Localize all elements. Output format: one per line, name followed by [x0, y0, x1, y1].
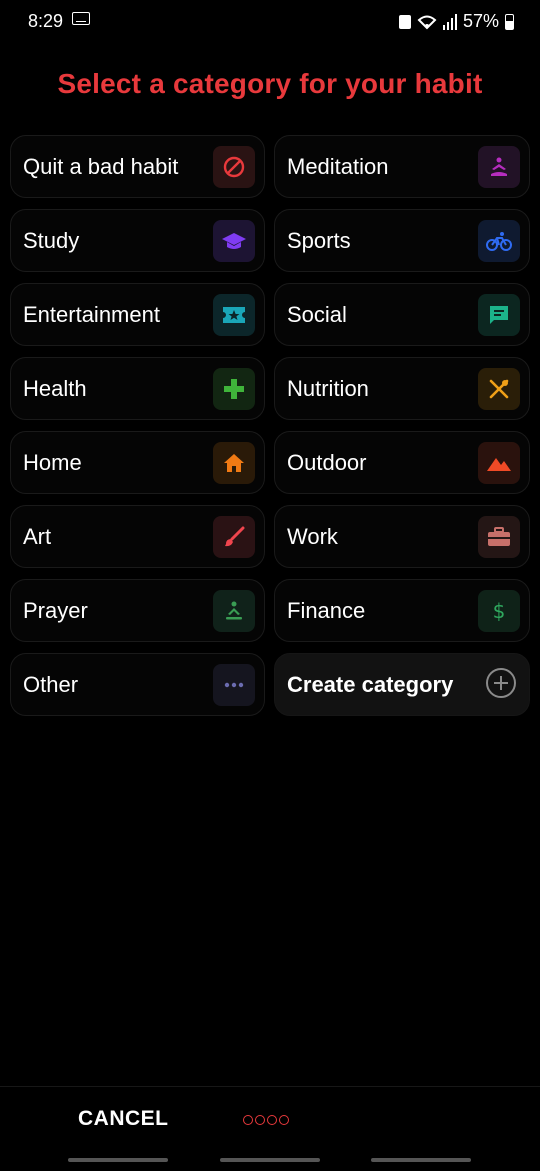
ticket-icon [213, 294, 255, 336]
briefcase-icon [478, 516, 520, 558]
step-dot [267, 1115, 277, 1125]
category-label: Home [23, 450, 82, 475]
category-quit-a-bad-habit[interactable]: Quit a bad habit [10, 135, 265, 198]
category-home[interactable]: Home [10, 431, 265, 494]
category-other[interactable]: Other [10, 653, 265, 716]
category-label: Health [23, 376, 87, 401]
status-bar: 8:29 57% [0, 0, 540, 42]
wifi-icon [417, 14, 437, 30]
nav-home-handle[interactable] [220, 1158, 320, 1162]
battery-icon [505, 13, 514, 30]
create-category-button[interactable]: Create category [274, 653, 530, 716]
category-label: Other [23, 672, 79, 697]
category-label: Nutrition [287, 376, 369, 401]
step-dot [243, 1115, 253, 1125]
category-nutrition[interactable]: Nutrition [274, 357, 530, 420]
utensils-icon [478, 368, 520, 410]
meditation-icon [478, 146, 520, 188]
category-label: Work [287, 524, 338, 549]
category-label: Meditation [287, 154, 389, 179]
category-label: Art [23, 524, 52, 549]
category-label: Outdoor [287, 450, 367, 475]
category-social[interactable]: Social [274, 283, 530, 346]
category-entertainment[interactable]: Entertainment [10, 283, 265, 346]
page-title: Select a category for your habit [57, 68, 483, 99]
category-label: Prayer [23, 598, 88, 623]
status-time: 8:29 [28, 11, 64, 31]
category-outdoor[interactable]: Outdoor [274, 431, 530, 494]
svg-text:$: $ [493, 599, 506, 623]
add-circle-icon [486, 668, 516, 698]
keyboard-icon [72, 12, 90, 25]
nav-back-handle[interactable] [371, 1158, 471, 1162]
nav-recents-handle[interactable] [68, 1158, 168, 1162]
category-label: Entertainment [23, 302, 160, 327]
category-label: Quit a bad habit [23, 154, 179, 179]
step-indicator [243, 1115, 289, 1125]
graduation-cap-icon [213, 220, 255, 262]
category-label: Sports [287, 228, 351, 253]
prayer-icon [213, 590, 255, 632]
category-study[interactable]: Study [10, 209, 265, 272]
category-label: Social [287, 302, 347, 327]
step-dot [255, 1115, 265, 1125]
plus-cross-icon [213, 368, 255, 410]
step-dot [279, 1115, 289, 1125]
mountain-icon [478, 442, 520, 484]
category-label: Finance [287, 598, 366, 623]
chat-icon [478, 294, 520, 336]
more-icon [213, 664, 255, 706]
bicycle-icon [478, 220, 520, 262]
category-sports[interactable]: Sports [274, 209, 530, 272]
battery-percent: 57% [462, 11, 499, 31]
category-art[interactable]: Art [10, 505, 265, 568]
block-icon [213, 146, 255, 188]
dollar-icon: $ [478, 590, 520, 632]
category-finance[interactable]: Finance $ [274, 579, 530, 642]
home-icon [213, 442, 255, 484]
category-label: Study [23, 228, 80, 253]
signal-icon [442, 13, 457, 30]
category-health[interactable]: Health [10, 357, 265, 420]
category-meditation[interactable]: Meditation [274, 135, 530, 198]
create-category-label: Create category [287, 672, 454, 697]
lock-icon [398, 14, 411, 29]
brush-icon [213, 516, 255, 558]
category-work[interactable]: Work [274, 505, 530, 568]
cancel-button[interactable]: CANCEL [78, 1107, 169, 1131]
category-prayer[interactable]: Prayer [10, 579, 265, 642]
